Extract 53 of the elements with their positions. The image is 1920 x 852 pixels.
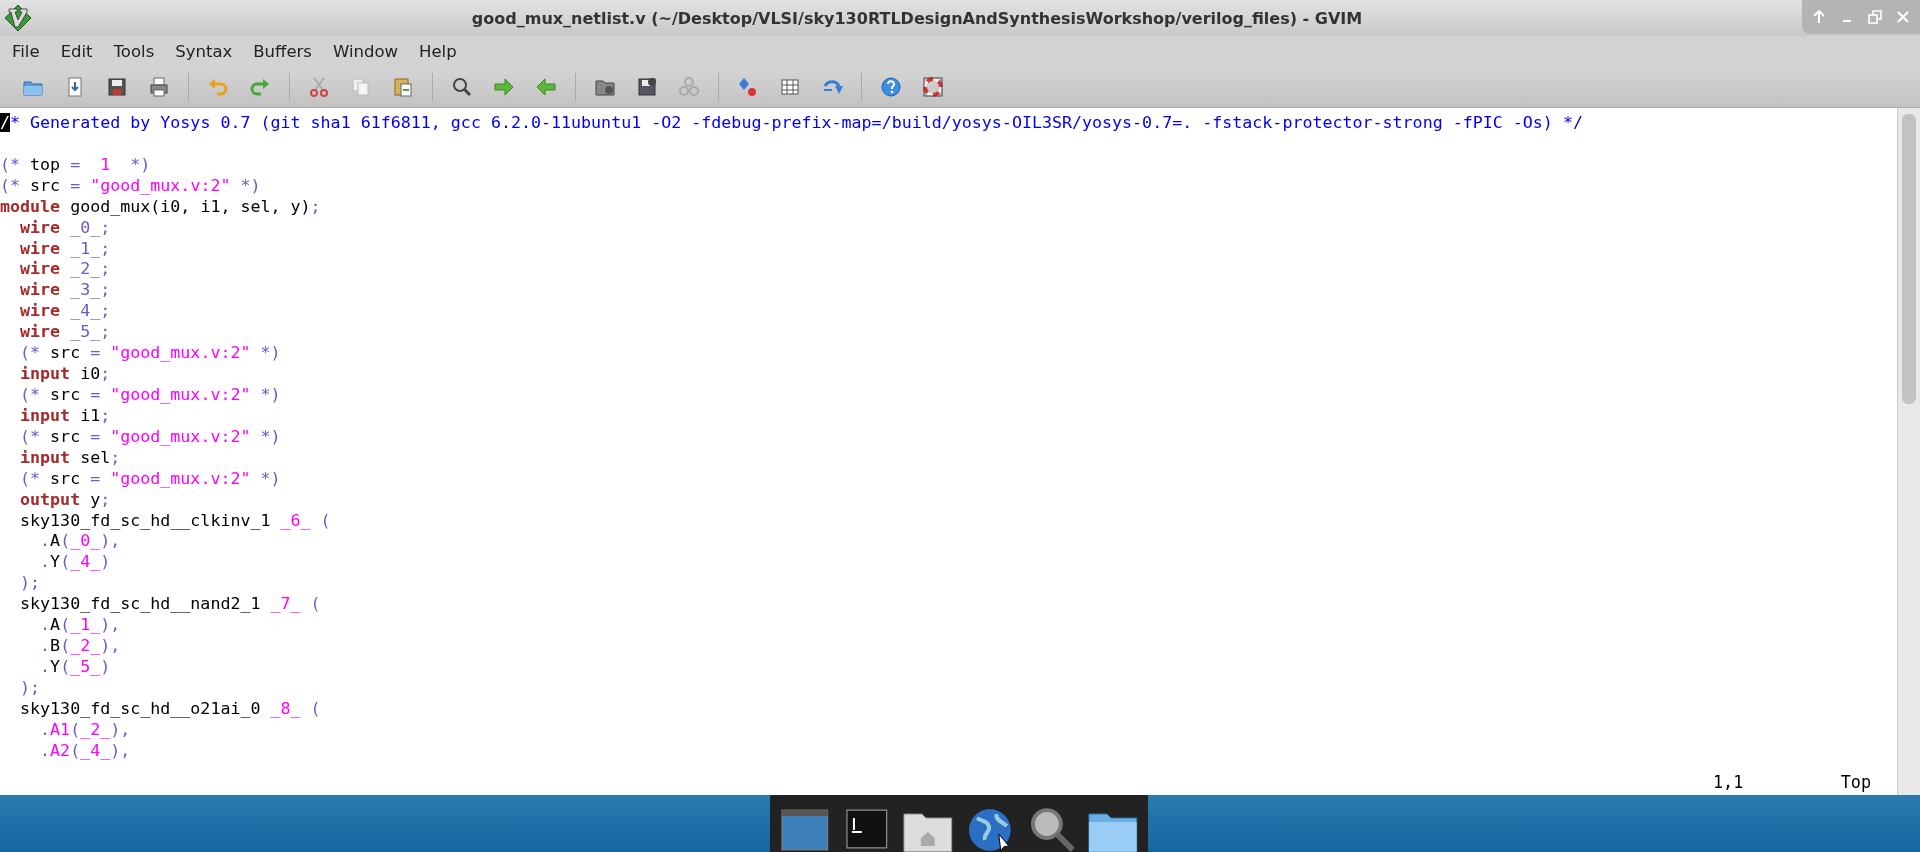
menu-item[interactable]: Window [324,41,412,61]
code-line: (* src = "good_mux.v:2" *) [19,385,282,406]
print-icon[interactable] [148,75,170,98]
scrollbar[interactable] [1897,108,1920,795]
code-line: (* src = "good_mux.v:2" *) [0,175,262,197]
code-line: .B(_2_), [39,636,122,657]
code-line: wire _4_; [19,301,112,323]
paste-icon[interactable] [392,75,414,98]
menu-item[interactable]: Tools [105,41,168,61]
code-line: (* src = "good_mux.v:2" *) [19,343,282,365]
search-icon[interactable] [451,75,473,98]
vim-logo-icon [4,4,32,32]
code-line: (* top = 1 *) [0,154,152,176]
close-icon[interactable] [1896,10,1910,24]
code-line: ); [19,573,42,595]
menu-item[interactable]: Edit [52,41,106,61]
menu-item[interactable]: File [4,41,53,61]
disk-gear-icon[interactable] [636,75,658,98]
code-line: .A(_0_), [39,531,122,553]
code-line: input i0; [19,364,112,385]
code-line: .Y(_4_) [39,552,112,574]
scroll-position: Top [1840,772,1871,792]
code-line: input i1; [19,405,112,427]
code-line: (* src = "good_mux.v:2" *) [19,468,282,490]
code-line: .A(_1_), [39,615,122,637]
code-line: sky130_fd_sc_hd__clkinv_1 _6_ ( [19,510,332,532]
code-line: ); [19,677,42,699]
code-line: output y; [19,489,112,511]
code-line: wire _5_; [19,322,112,344]
menu-item[interactable]: Buffers [245,41,325,61]
save-icon[interactable] [106,75,128,98]
help-icon[interactable] [880,75,902,98]
code-line: (* src = "good_mux.v:2" *) [19,426,282,448]
code-line: wire _2_; [19,259,112,281]
menu-item[interactable]: Syntax [167,41,246,61]
code-line: wire _3_; [19,280,112,302]
restore-icon[interactable] [1868,10,1882,24]
code-line: wire _1_; [19,238,112,260]
code-line: input sel; [19,447,122,469]
lifebuoy-icon[interactable] [922,75,944,98]
code-line: module good_mux(i0, i1, sel, y); [0,196,322,218]
code-line: .Y(_5_) [39,656,112,678]
code-line: sky130_fd_sc_hd__o21ai_0 _8_ ( [19,698,322,720]
code-line: wire _0_; [19,217,112,239]
menu-item[interactable]: Help [411,41,470,61]
code-line: sky130_fd_sc_hd__nand2_1 _7_ ( [19,594,322,616]
arrow-up-icon[interactable] [1812,10,1826,24]
cursor-position: 1,1 [1713,772,1744,792]
code-line: .A1(_2_), [39,719,132,741]
code-line: .A2(_4_), [39,740,132,762]
scissors-icon[interactable] [308,75,330,98]
window-title: good_mux_netlist.v (~/Desktop/VLSI/sky130RTLDesignAndSynthesisWorkshop/verilog_files) - GVIM [470,8,1364,28]
code-line: /* Generated by Yosys 0.7 (git sha1 61f6811, gcc 6.2.0-11ubuntu1 -O2 -fdebug-prefix-map=/build/yosys-OIL3SR/yosys-0.7=. -fstack-protector-strong -fPIC -Os) */ [0,113,1584,134]
